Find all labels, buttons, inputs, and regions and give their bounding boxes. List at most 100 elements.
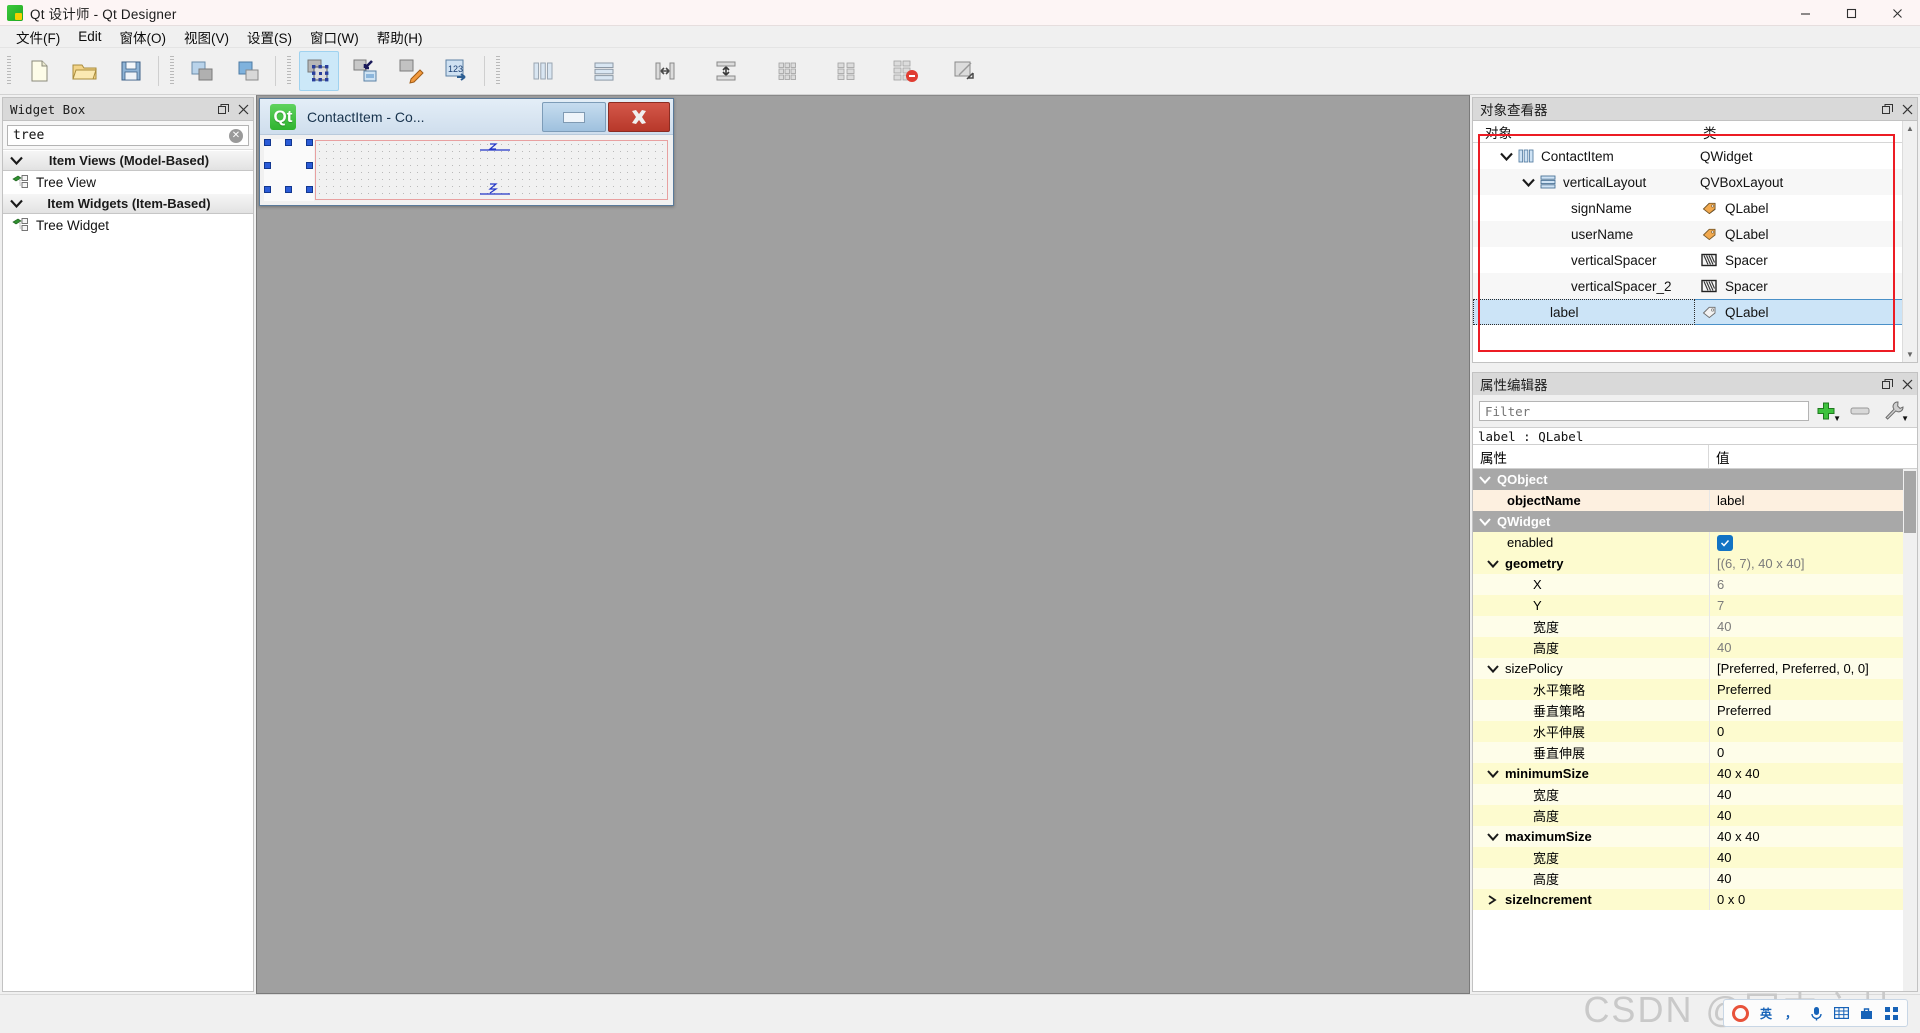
form-minimize-button[interactable] [542, 102, 606, 132]
enabled-checkbox[interactable] [1717, 534, 1733, 551]
layout-splitter-horizontal-icon[interactable] [645, 51, 685, 91]
property-value[interactable]: 0 [1717, 724, 1724, 739]
property-value[interactable]: 40 [1717, 850, 1731, 865]
redo-icon[interactable] [228, 51, 268, 91]
break-layout-icon[interactable] [885, 51, 925, 91]
widget-box-category-item-views[interactable]: Item Views (Model-Based) [3, 150, 253, 171]
form-window-body[interactable] [260, 135, 673, 205]
layout-horizontal-icon[interactable] [523, 51, 563, 91]
chevron-down-icon[interactable] [1481, 664, 1505, 673]
toolbar-grip[interactable] [170, 56, 174, 86]
object-inspector-scrollbar[interactable]: ▲ ▼ [1902, 121, 1917, 362]
keyboard-icon[interactable] [1833, 1005, 1849, 1021]
property-row-geometry-width[interactable]: 宽度 40 [1473, 616, 1917, 637]
property-row-vstretch[interactable]: 垂直伸展 0 [1473, 742, 1917, 763]
tree-row-contactitem[interactable]: ContactItem QWidget [1473, 143, 1917, 169]
widget-box-item-tree-widget[interactable]: Tree Widget [3, 214, 253, 236]
chevron-right-icon[interactable] [1481, 894, 1505, 905]
property-row-minimumsize-height[interactable]: 高度 40 [1473, 805, 1917, 826]
chevron-down-icon[interactable] [1517, 178, 1539, 187]
chevron-down-icon[interactable] [1481, 769, 1505, 778]
clear-icon[interactable]: ✕ [229, 129, 243, 143]
widget-box-category-item-widgets[interactable]: Item Widgets (Item-Based) [3, 193, 253, 214]
restore-icon[interactable] [1882, 379, 1893, 390]
widget-box-item-tree-view[interactable]: Tree View [3, 171, 253, 193]
column-header-property[interactable]: 属性 [1473, 445, 1709, 468]
chevron-down-icon[interactable] [1473, 517, 1497, 526]
minimize-button[interactable] [1782, 0, 1828, 26]
ime-mode-chinese[interactable]: 英 [1758, 1005, 1774, 1021]
save-icon[interactable] [111, 51, 151, 91]
property-value[interactable]: 0 [1717, 745, 1724, 760]
resize-handle[interactable] [285, 186, 292, 193]
edit-widgets-icon[interactable] [299, 51, 339, 91]
open-folder-icon[interactable] [65, 51, 105, 91]
resize-handle[interactable] [264, 186, 271, 193]
property-row-maximumsize-width[interactable]: 宽度 40 [1473, 847, 1917, 868]
chevron-down-icon[interactable]: ▼ [1901, 414, 1909, 423]
layout-form-icon[interactable] [826, 51, 866, 91]
property-row-vpolicy[interactable]: 垂直策略 Preferred [1473, 700, 1917, 721]
object-inspector-body[interactable]: 对象 类 ContactItem QWidget verticalLayout … [1472, 120, 1918, 363]
layout-splitter-vertical-icon[interactable] [706, 51, 746, 91]
resize-handle[interactable] [306, 162, 313, 169]
sogou-ime-icon[interactable] [1732, 1004, 1749, 1022]
property-row-hstretch[interactable]: 水平伸展 0 [1473, 721, 1917, 742]
property-filter-input[interactable] [1479, 401, 1809, 421]
toolbar-grip[interactable] [287, 56, 291, 86]
tree-row-label[interactable]: label QLabel [1473, 299, 1917, 325]
voice-icon[interactable] [1808, 1005, 1824, 1021]
resize-handle[interactable] [264, 162, 271, 169]
tree-row-name-editor[interactable]: label [1548, 305, 1579, 320]
column-header-object[interactable]: 对象 [1473, 121, 1695, 142]
tree-row-username[interactable]: userName QLabel [1473, 221, 1917, 247]
property-row-maximumsize[interactable]: maximumSize 40 x 40 [1473, 826, 1917, 847]
property-value[interactable]: label [1717, 493, 1744, 508]
adjust-size-icon[interactable] [944, 51, 984, 91]
widget-box-search-input[interactable] [7, 125, 249, 146]
toolbar-grip[interactable] [7, 56, 11, 86]
toolbox-icon[interactable] [1858, 1005, 1874, 1021]
property-row-geometry-height[interactable]: 高度 40 [1473, 637, 1917, 658]
property-editor-scrollbar[interactable] [1903, 469, 1917, 991]
edit-buddies-icon[interactable] [391, 51, 431, 91]
resize-handle[interactable] [306, 186, 313, 193]
menu-edit[interactable]: Edit [69, 27, 110, 46]
add-dynamic-property-button[interactable]: ▼ [1809, 396, 1843, 426]
layout-vertical-icon[interactable] [584, 51, 624, 91]
property-value[interactable]: 40 [1717, 871, 1731, 886]
property-row-minimumsize[interactable]: minimumSize 40 x 40 [1473, 763, 1917, 784]
menu-window[interactable]: 窗口(W) [301, 25, 368, 49]
resize-handle[interactable] [306, 139, 313, 146]
property-row-enabled[interactable]: enabled [1473, 532, 1917, 553]
tree-row-verticalspacer-2[interactable]: verticalSpacer_2 Spacer [1473, 273, 1917, 299]
form-window-title-bar[interactable]: Qt ContactItem - Co... [260, 99, 673, 135]
chevron-down-icon[interactable] [1495, 152, 1517, 161]
property-row-hpolicy[interactable]: 水平策略 Preferred [1473, 679, 1917, 700]
tree-row-verticalspacer[interactable]: verticalSpacer Spacer [1473, 247, 1917, 273]
edit-signals-slots-icon[interactable] [345, 51, 385, 91]
property-value[interactable]: 40 [1717, 640, 1731, 655]
chevron-down-icon[interactable] [1473, 475, 1497, 484]
property-value[interactable]: Preferred [1717, 703, 1771, 718]
close-icon[interactable] [238, 104, 249, 115]
menu-form[interactable]: 窗体(O) [111, 25, 176, 49]
form-editor-canvas[interactable]: Qt ContactItem - Co... [256, 95, 1470, 994]
ime-punctuation[interactable]: ， [1783, 1005, 1799, 1021]
form-window-contactitem[interactable]: Qt ContactItem - Co... [259, 98, 674, 206]
property-value[interactable]: 40 [1717, 787, 1731, 802]
chevron-down-icon[interactable] [1481, 832, 1505, 841]
property-value[interactable]: 7 [1717, 598, 1724, 613]
layout-grid-icon[interactable] [767, 51, 807, 91]
scrollbar-thumb[interactable] [1904, 471, 1916, 533]
edit-tab-order-icon[interactable]: 123 [437, 51, 477, 91]
property-row-geometry-y[interactable]: Y 7 [1473, 595, 1917, 616]
layout-region[interactable] [315, 140, 668, 200]
ime-toolbar[interactable]: 英 ， [1723, 999, 1908, 1027]
vertical-spacer-glyph[interactable] [474, 141, 516, 160]
form-close-button[interactable] [608, 102, 670, 132]
menu-view[interactable]: 视图(V) [175, 25, 238, 49]
property-group-qwidget[interactable]: QWidget [1473, 511, 1917, 532]
close-icon[interactable] [1902, 104, 1913, 115]
column-header-value[interactable]: 值 [1709, 445, 1917, 468]
